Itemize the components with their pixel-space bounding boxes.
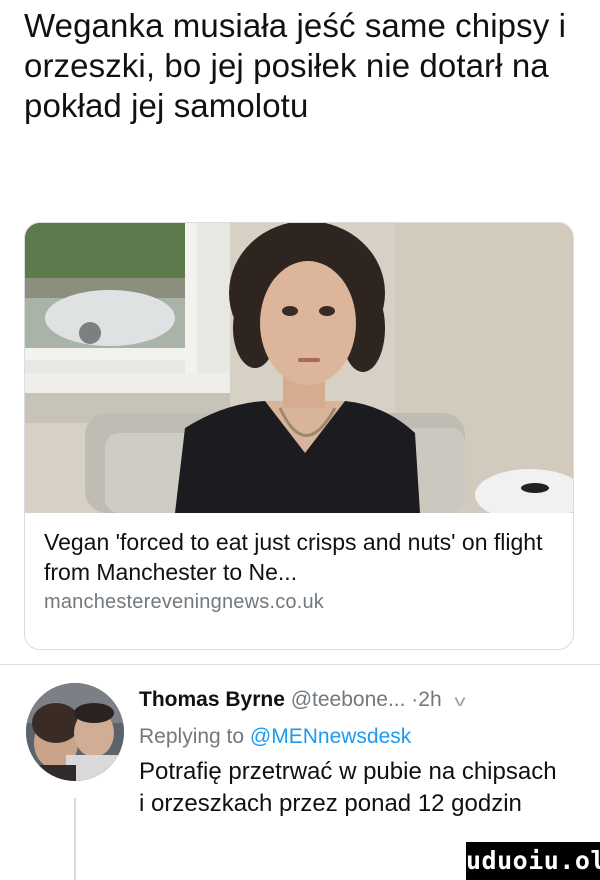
reply-prefix: Replying to [139, 725, 245, 748]
tweet-divider [0, 664, 600, 665]
tweet-header: Thomas Byrne @teebone... ·2h v [139, 686, 589, 716]
thread-line [74, 798, 76, 880]
watermark-logo: uduoiu.ol [466, 842, 600, 880]
timestamp[interactable]: 2h [418, 688, 441, 711]
author-handle[interactable]: @teebone... [291, 688, 406, 711]
tweet-text: Potrafię przetrwać w pubie na chipsach i… [139, 758, 557, 817]
link-card-title[interactable]: Vegan 'forced to eat just crisps and nut… [44, 527, 559, 587]
chevron-down-icon[interactable]: v [454, 688, 465, 716]
meme-headline: Weganka musiała jeść same chipsy i orzes… [24, 7, 567, 124]
author-name[interactable]: Thomas Byrne [139, 688, 285, 711]
reply-context: Replying to @MENnewsdesk [139, 722, 589, 752]
link-card-domain[interactable]: manchestereveningnews.co.uk [44, 587, 559, 617]
reply-mention-link[interactable]: @MENnewsdesk [250, 725, 411, 748]
avatar[interactable] [26, 683, 124, 781]
link-preview-card[interactable]: Vegan 'forced to eat just crisps and nut… [24, 222, 574, 650]
article-photo[interactable] [25, 223, 573, 513]
tweet[interactable]: Thomas Byrne @teebone... ·2h v Replying … [139, 686, 589, 820]
